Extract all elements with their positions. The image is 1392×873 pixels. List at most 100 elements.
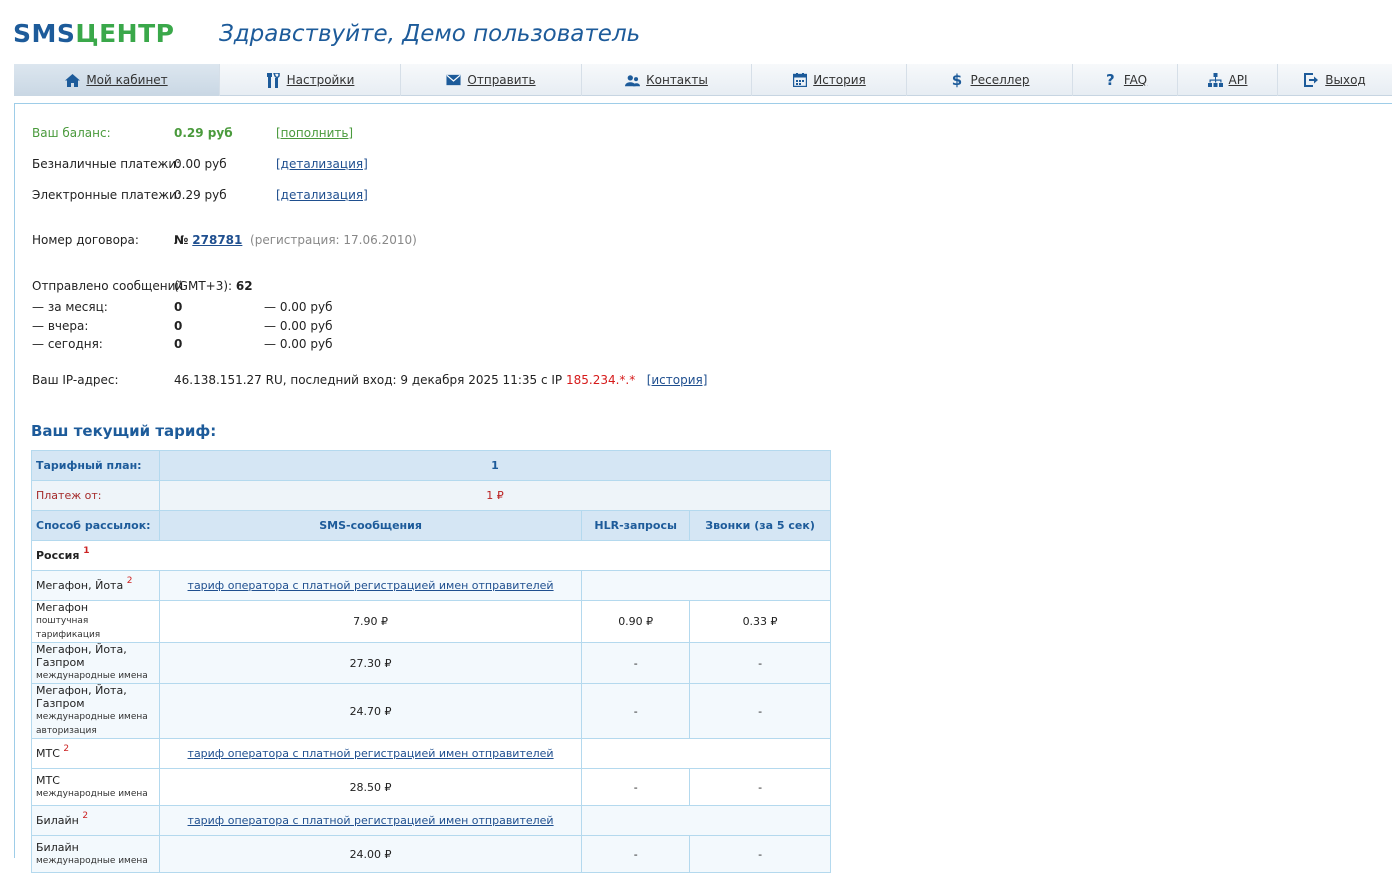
- table-row: Россия 1: [31, 540, 831, 571]
- contract-prefix: №: [174, 233, 189, 247]
- cashless-value: 0.00 руб: [174, 157, 227, 171]
- nav-contacts[interactable]: Контакты: [582, 64, 752, 96]
- empty-cell: [581, 805, 831, 836]
- tools-icon: [266, 72, 281, 88]
- operator-cell: Мегафон, Йота, Газпром международные имен…: [31, 642, 160, 684]
- empty-cell: [581, 738, 831, 769]
- operator-note: 2: [63, 744, 70, 754]
- table-row: Мегафон поштучная тарификация 7.90 ₽ 0.90…: [31, 600, 831, 643]
- sent-timezone: (GMT+3):: [174, 279, 233, 293]
- method-label: Способ рассылок:: [31, 510, 160, 541]
- balance-value: 0.29 руб: [174, 126, 233, 140]
- operator-cell: Билайн 2: [31, 805, 160, 836]
- nav-send[interactable]: Отправить: [401, 64, 582, 96]
- hlr-price: -: [581, 642, 691, 684]
- operator-tariff-link[interactable]: тариф оператора с платной регистрацией и…: [188, 579, 554, 592]
- col-sms: SMS-сообщения: [158, 510, 583, 541]
- sms-price: 24.70 ₽: [158, 683, 583, 739]
- nav-label: Контакты: [646, 73, 708, 87]
- table-row: МТС международные имена 28.50 ₽ - -: [31, 768, 831, 806]
- table-row: Билайн 2 тариф оператора с платной регис…: [31, 805, 831, 836]
- operator-tariff-link[interactable]: тариф оператора с платной регистрацией и…: [188, 814, 554, 827]
- operator-note: 2: [126, 576, 133, 586]
- payment-label: Платеж от:: [31, 480, 160, 511]
- tariff-title: Ваш текущий тариф:: [31, 422, 217, 440]
- contract-registration: (регистрация: 17.06.2010): [250, 233, 417, 247]
- calls-price: 0.33 ₽: [689, 600, 831, 643]
- yesterday-sum: — 0.00 руб: [264, 319, 333, 333]
- calls-price: -: [689, 835, 831, 873]
- sms-price: 24.00 ₽: [158, 835, 583, 873]
- today-label: — сегодня:: [32, 337, 103, 351]
- logo-center: ЦЕНТР: [75, 19, 175, 48]
- yesterday-label: — вчера:: [32, 319, 89, 333]
- table-row: Тарифный план: 1: [31, 450, 832, 481]
- calls-price: -: [689, 683, 831, 739]
- table-row: Билайн международные имена 24.00 ₽ - -: [31, 835, 831, 873]
- table-row: Мегафон, Йота, Газпром международные имен…: [31, 642, 831, 684]
- operator-name: Билайн: [36, 814, 79, 827]
- envelope-icon: [446, 73, 461, 87]
- home-icon: [65, 73, 81, 87]
- nav-logout[interactable]: Выход: [1278, 64, 1392, 96]
- table-row: Мегафон, Йота, Газпром международные имен…: [31, 683, 831, 739]
- operator-tariff-cell: тариф оператора с платной регистрацией и…: [158, 805, 583, 836]
- operator-tariff-link[interactable]: тариф оператора с платной регистрацией и…: [188, 747, 554, 760]
- header: SMSЦЕНТР Здравствуйте, Демо пользователь: [0, 0, 1392, 64]
- nav-history[interactable]: История: [752, 64, 907, 96]
- operator-name: Билайн: [36, 840, 79, 854]
- nav-label: История: [813, 73, 866, 87]
- nav-label: Настройки: [286, 73, 355, 87]
- cashless-details-link[interactable]: [детализация]: [276, 156, 368, 172]
- operator-cell: Мегафон, Йота, Газпром международные имен…: [31, 683, 160, 739]
- plan-label: Тарифный план:: [31, 450, 160, 481]
- logo[interactable]: SMSЦЕНТР: [13, 19, 174, 49]
- sent-value: (GMT+3): 62: [174, 278, 253, 294]
- operator-sub: международные имена: [36, 712, 148, 722]
- plan-value: 1: [158, 450, 832, 481]
- nav-label: Выход: [1325, 73, 1366, 87]
- sitemap-icon: [1207, 73, 1223, 87]
- question-icon: ?: [1106, 71, 1115, 89]
- operator-cell: МТС 2: [31, 738, 160, 769]
- nav-settings[interactable]: Настройки: [220, 64, 401, 96]
- country-cell: Россия 1: [31, 540, 831, 571]
- month-sum: — 0.00 руб: [264, 300, 333, 314]
- nav-faq[interactable]: ? FAQ: [1073, 64, 1178, 96]
- table-row: Способ рассылок: SMS-сообщения HLR-запро…: [31, 510, 831, 541]
- dollar-icon: $: [951, 71, 963, 89]
- electronic-label: Электронные платежи:: [32, 188, 181, 202]
- topup-link[interactable]: [пополнить]: [276, 125, 353, 141]
- contract-number-link[interactable]: 278781: [192, 233, 242, 247]
- hlr-price: -: [581, 835, 691, 873]
- col-calls: Звонки (за 5 сек): [689, 510, 831, 541]
- ip-history-link[interactable]: [история]: [647, 373, 708, 387]
- operator-cell: Мегафон поштучная тарификация: [31, 600, 160, 643]
- operator-name: МТС: [36, 773, 60, 787]
- operator-tariff-cell: тариф оператора с платной регистрацией и…: [158, 570, 583, 601]
- operator-sub: международные имена: [36, 855, 148, 866]
- nav-my-cabinet[interactable]: Мой кабинет: [14, 64, 220, 96]
- contract-label: Номер договора:: [32, 233, 139, 247]
- table-row: Платеж от: 1 ₽: [31, 480, 832, 511]
- operator-name: Мегафон, Йота: [36, 579, 124, 592]
- logout-icon: [1304, 73, 1319, 87]
- empty-cell: [581, 570, 831, 601]
- users-icon: [625, 73, 641, 87]
- operator-tariff-cell: тариф оператора с платной регистрацией и…: [158, 738, 583, 769]
- nav-api[interactable]: API: [1178, 64, 1278, 96]
- today-count: 0: [174, 337, 183, 351]
- operator-name: Мегафон, Йота, Газпром: [36, 684, 127, 710]
- nav-label: Реселлер: [970, 73, 1030, 87]
- month-label: — за месяц:: [32, 300, 108, 314]
- nav-reseller[interactable]: $ Реселлер: [907, 64, 1073, 96]
- electronic-value: 0.29 руб: [174, 188, 227, 202]
- operator-sub: международные имена: [36, 788, 148, 799]
- sent-total: 62: [235, 279, 253, 293]
- sms-price: 27.30 ₽: [158, 642, 583, 684]
- operator-name: Мегафон: [36, 601, 89, 614]
- sms-price: 28.50 ₽: [158, 768, 583, 806]
- electronic-details-link[interactable]: [детализация]: [276, 187, 368, 203]
- operator-sub: поштучная тарификация: [36, 616, 101, 640]
- hlr-price: -: [581, 768, 691, 806]
